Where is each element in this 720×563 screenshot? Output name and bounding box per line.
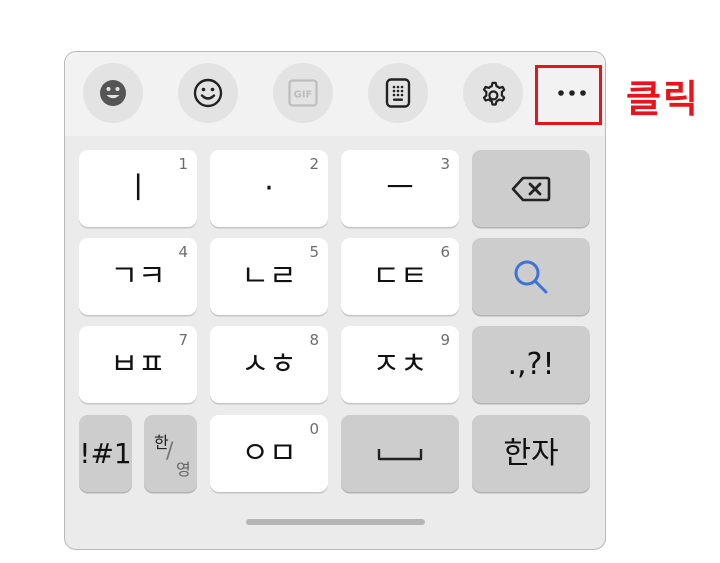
key-label: 한자 (503, 435, 559, 471)
key-giyeok[interactable]: 4 ㄱㅋ (79, 238, 197, 315)
sticker-button[interactable] (83, 63, 143, 123)
key-label: ㅂㅍ (110, 346, 166, 382)
key-i[interactable]: 1 ㅣ (79, 150, 197, 227)
key-number: 7 (178, 331, 188, 349)
keyboard-toolbar: GIF (65, 52, 605, 136)
emoji-button[interactable] (178, 63, 238, 123)
highlight-box (535, 65, 602, 125)
key-label: .,?! (507, 346, 555, 382)
space-key[interactable] (341, 415, 459, 492)
key-number: 4 (178, 243, 188, 261)
hanja-key[interactable]: 한자 (472, 415, 590, 492)
key-number: 1 (178, 155, 188, 173)
key-label: ㅇㅁ (241, 435, 297, 471)
key-number: 9 (440, 331, 450, 349)
key-siot[interactable]: 8 ㅅㅎ (210, 326, 328, 403)
key-label: ㅅㅎ (241, 346, 297, 382)
backspace-key[interactable] (472, 150, 590, 227)
search-key[interactable] (472, 238, 590, 315)
key-dot[interactable]: 2 · (210, 150, 328, 227)
svg-text:GIF: GIF (294, 90, 313, 101)
key-number: 5 (309, 243, 319, 261)
language-toggle-key[interactable]: 한 / 영 (144, 415, 197, 492)
key-number: 6 (440, 243, 450, 261)
gif-button[interactable]: GIF (273, 63, 333, 123)
key-bieup[interactable]: 7 ㅂㅍ (79, 326, 197, 403)
home-indicator (246, 519, 425, 525)
click-annotation: 클릭 (626, 77, 700, 121)
backspace-icon (511, 176, 551, 201)
lang-english-label: 영 (176, 460, 191, 479)
key-label: ㅣ (124, 170, 152, 206)
keypad-icon (385, 78, 411, 108)
gear-icon (482, 81, 506, 106)
lang-slash: / (166, 439, 174, 464)
keypad-button[interactable] (368, 63, 428, 123)
space-icon (377, 448, 423, 460)
gif-icon: GIF (288, 79, 318, 107)
key-eu[interactable]: 3 ㅡ (341, 150, 459, 227)
settings-button[interactable] (463, 63, 523, 123)
key-number: 8 (309, 331, 319, 349)
key-label: ㅈㅊ (372, 346, 428, 382)
key-digeut[interactable]: 6 ㄷㅌ (341, 238, 459, 315)
symbols-key[interactable]: !#1 (79, 415, 132, 492)
keyboard-panel: GIF 1 ㅣ 2 · 3 ㅡ 4 ㄱㅋ 5 ㄴㄹ 6 ㄷㅌ 7 ㅂㅍ 8 ㅅㅎ… (64, 51, 606, 550)
key-nieun[interactable]: 5 ㄴㄹ (210, 238, 328, 315)
key-number: 2 (309, 155, 319, 173)
key-label: ㅡ (386, 170, 414, 206)
search-icon (514, 260, 548, 293)
key-number: 0 (309, 420, 319, 438)
key-jieut[interactable]: 9 ㅈㅊ (341, 326, 459, 403)
key-label: !#1 (79, 436, 132, 470)
smiley-icon (193, 78, 223, 108)
key-number: 3 (440, 155, 450, 173)
key-label: ㄱㅋ (110, 258, 166, 294)
key-label: ㄴㄹ (241, 258, 297, 294)
punctuation-key[interactable]: .,?! (472, 326, 590, 403)
key-ieung[interactable]: 0 ㅇㅁ (210, 415, 328, 492)
sticker-face-icon (100, 80, 126, 106)
key-label: · (264, 170, 274, 206)
key-label: ㄷㅌ (372, 258, 428, 294)
